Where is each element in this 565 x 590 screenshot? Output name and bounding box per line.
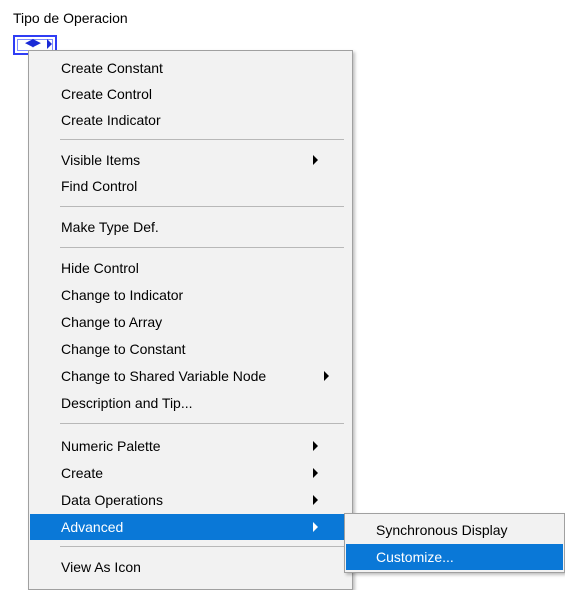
submenu-arrow-icon [313,468,318,478]
enum-arrows-icon: ◀▶ [25,36,41,49]
control-label: Tipo de Operacion [13,10,128,26]
menu-item-data-operations[interactable]: Data Operations [30,487,351,513]
submenu-arrow-icon [313,441,318,451]
submenu-arrow-icon [313,495,318,505]
submenu-arrow-icon [313,155,318,165]
context-menu: Create Constant Create Control Create In… [28,50,353,590]
menu-separator [60,423,344,424]
menu-item-visible-items[interactable]: Visible Items [30,147,351,173]
menu-item-label: Create [61,465,104,481]
submenu-arrow-icon [324,371,329,381]
menu-item-create-indicator[interactable]: Create Indicator [30,107,351,133]
menu-item-label: Advanced [61,519,124,535]
menu-item-label: Change to Shared Variable Node [61,368,267,384]
menu-item-label: Numeric Palette [61,438,161,454]
menu-item-advanced[interactable]: Advanced [30,514,351,540]
menu-separator [60,206,344,207]
submenu-arrow-icon [313,522,318,532]
menu-separator [60,247,344,248]
submenu-item-synchronous-display[interactable]: Synchronous Display [346,517,563,543]
menu-separator [60,139,344,140]
menu-item-change-to-array[interactable]: Change to Array [30,309,351,335]
menu-item-find-control[interactable]: Find Control [30,173,351,199]
menu-item-make-type-def[interactable]: Make Type Def. [30,214,351,240]
menu-item-create-control[interactable]: Create Control [30,81,351,107]
menu-item-label: Data Operations [61,492,163,508]
menu-item-change-to-shared-variable-node[interactable]: Change to Shared Variable Node [30,363,351,389]
menu-item-view-as-icon[interactable]: View As Icon [30,554,351,580]
menu-item-create[interactable]: Create [30,460,351,486]
menu-item-change-to-indicator[interactable]: Change to Indicator [30,282,351,308]
menu-separator [60,546,344,547]
menu-item-hide-control[interactable]: Hide Control [30,255,351,281]
submenu-item-customize[interactable]: Customize... [346,544,563,570]
menu-item-description-and-tip[interactable]: Description and Tip... [30,390,351,416]
terminal-arrow-icon [47,39,52,49]
menu-item-label: Visible Items [61,152,141,168]
menu-item-numeric-palette[interactable]: Numeric Palette [30,433,351,459]
menu-item-create-constant[interactable]: Create Constant [30,55,351,81]
menu-item-change-to-constant[interactable]: Change to Constant [30,336,351,362]
advanced-submenu: Synchronous Display Customize... [344,513,565,573]
